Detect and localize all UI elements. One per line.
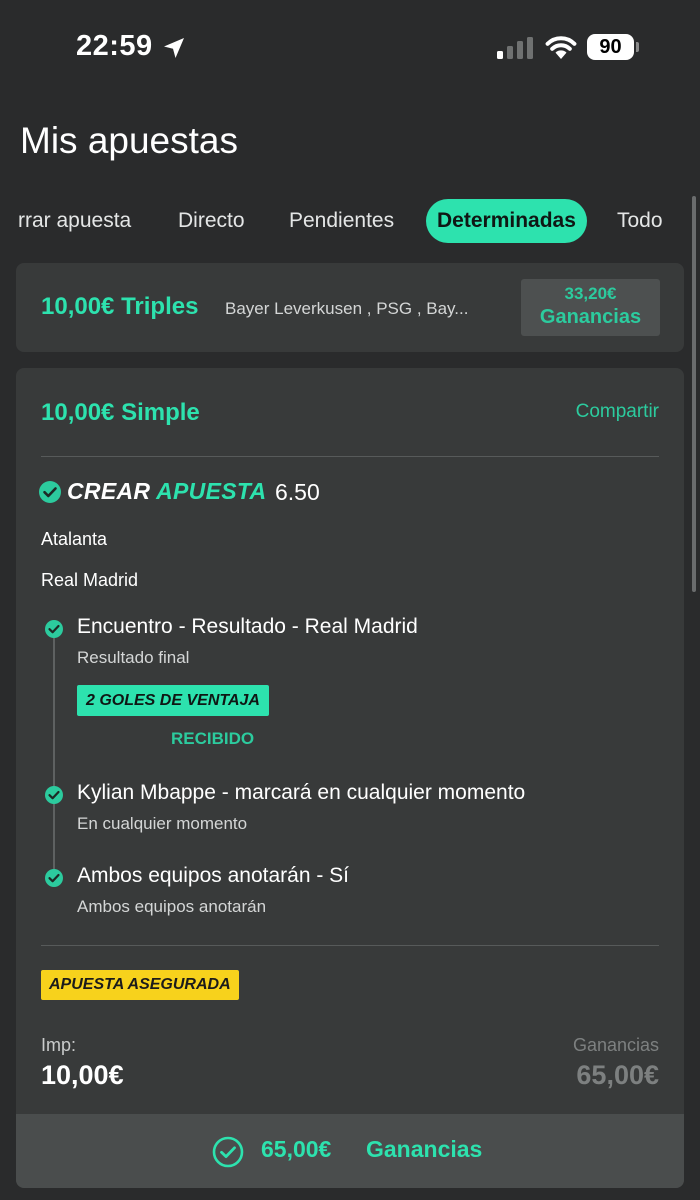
- tab-all[interactable]: Todo: [617, 199, 663, 243]
- bet-builder-label-part1: CREAR: [67, 478, 151, 504]
- share-button[interactable]: Compartir: [576, 401, 659, 423]
- leg-check-icon: [45, 786, 63, 804]
- single-bet-card: 10,00€ Simple Compartir CREAR APUESTA 6.…: [16, 368, 684, 1188]
- leg-subtitle: En cualquier momento: [77, 814, 248, 833]
- winnings-footer-bar: 65,00€ Ganancias: [16, 1114, 684, 1188]
- footer-winnings-amount: 65,00€: [261, 1136, 332, 1162]
- check-circle-icon: [39, 481, 61, 503]
- insured-bet-badge: APUESTA ASEGURADA: [41, 970, 239, 1000]
- winnings-label: Ganancias: [572, 1035, 659, 1055]
- home-team: Atalanta: [41, 529, 108, 549]
- page-title: Mis apuestas: [20, 120, 238, 161]
- stake-label: Imp:: [41, 1035, 77, 1055]
- bet-tabs: rrar apuesta Directo Pendientes Determin…: [0, 199, 700, 245]
- triple-bet-card[interactable]: 10,00€ Triples Bayer Leverkusen , PSG , …: [16, 263, 684, 352]
- stake-value: 10,00€: [41, 1060, 124, 1090]
- battery-tip: [636, 42, 639, 52]
- leg-check-icon: [45, 869, 63, 887]
- triple-winnings-amount: 33,20€: [564, 284, 617, 303]
- footer-winnings-label: Ganancias: [366, 1136, 483, 1162]
- tab-cash-out[interactable]: rrar apuesta: [18, 199, 131, 243]
- wifi-icon: [545, 36, 577, 59]
- battery-icon: 90: [587, 34, 634, 60]
- away-team: Real Madrid: [41, 570, 139, 590]
- triple-winnings-box: 33,20€ Ganancias: [521, 279, 660, 336]
- leg-check-icon: [45, 620, 63, 638]
- leg-subtitle: Ambos equipos anotarán: [77, 897, 267, 916]
- triple-bet-teams: Bayer Leverkusen , PSG , Bay...: [225, 299, 469, 318]
- tab-pending[interactable]: Pendientes: [289, 199, 394, 243]
- triple-bet-title: 10,00€ Triples: [41, 293, 199, 320]
- leg-title: Ambos equipos anotarán - Sí: [77, 864, 349, 887]
- scrollbar[interactable]: [692, 196, 696, 592]
- tab-live[interactable]: Directo: [178, 199, 245, 243]
- selections-timeline: [53, 630, 55, 878]
- battery-level: 90: [599, 35, 622, 58]
- bet-builder-label-part2: APUESTA: [156, 478, 267, 504]
- status-time: 22:59: [76, 30, 153, 62]
- tab-settled[interactable]: Determinadas: [426, 199, 587, 243]
- signal-icon: [497, 37, 533, 59]
- bet-builder-odds: 6.50: [275, 479, 320, 505]
- single-bet-title: 10,00€ Simple: [41, 399, 200, 426]
- leg-subtitle: Resultado final: [77, 648, 190, 667]
- boost-status: RECIBIDO: [171, 729, 255, 748]
- divider: [41, 456, 659, 457]
- leg-title: Kylian Mbappe - marcará en cualquier mom…: [77, 781, 526, 804]
- winnings-value: 65,00€: [576, 1060, 659, 1090]
- status-bar: 22:59 90: [0, 0, 700, 95]
- boost-badge: 2 GOLES DE VENTAJA: [77, 685, 269, 716]
- location-arrow-icon: [164, 38, 184, 58]
- divider: [41, 945, 659, 946]
- leg-title: Encuentro - Resultado - Real Madrid: [77, 615, 418, 638]
- bet-builder-label: CREAR APUESTA: [67, 478, 266, 505]
- check-circle-outline-icon: [212, 1136, 244, 1168]
- triple-winnings-label: Ganancias: [539, 306, 642, 328]
